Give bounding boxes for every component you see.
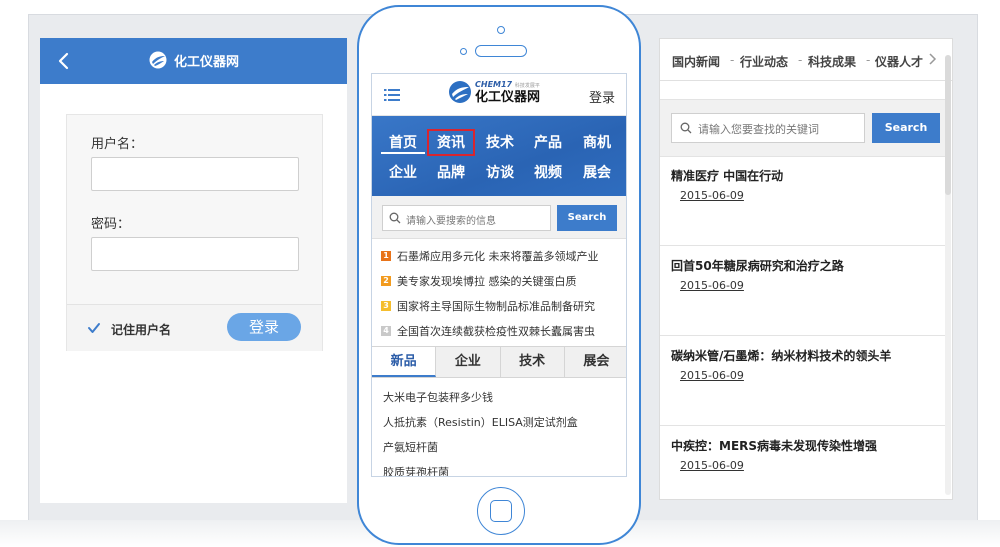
news-title: 中疾控：MERS病毒未发现传染性增强 [671,439,878,453]
password-label: 密码： [91,217,131,232]
header-brand: 化工仪器网 [40,50,347,70]
mobile-search-button[interactable]: Search [557,205,617,231]
list-item[interactable]: 4 全国首次连续截获检疫性双棘长蠹属害虫 [381,323,595,339]
header-brand-text: 化工仪器网 [173,54,239,70]
nav-item-exhibitions[interactable]: 展会 [575,162,619,182]
list-item[interactable]: 1 石墨烯应用多元化 未来将覆盖多领域产业 [381,248,599,264]
phone-home-button[interactable] [477,487,525,535]
tab-tech-results[interactable]: 科技成果 [808,53,856,70]
logo-tagline: 科技发展平 [514,82,540,89]
nav-item-tech[interactable]: 技术 [478,132,522,152]
login-header: 化工仪器网 [40,38,347,84]
news-item[interactable]: 中疾控：MERS病毒未发现传染性增强 2015-06-09 [660,426,945,499]
news-panel: 国内新闻 - 行业动态 - 科技成果 - 仪器人才 请输入您要查找的关键词 Se… [659,38,953,500]
mobile-login-link[interactable]: 登录 [589,87,615,106]
hot-news-text: 美专家发现埃博拉 感染的关键蛋白质 [397,275,577,288]
chem17-logo-icon [449,81,471,103]
news-date: 2015-06-09 [680,279,744,292]
username-field[interactable] [91,157,299,191]
news-search-bar: 请输入您要查找的关键词 Search [660,99,945,157]
nav-item-products[interactable]: 产品 [526,132,570,152]
list-item[interactable]: 大米电子包装秤多少钱 [383,389,493,405]
news-search-input[interactable]: 请输入您要查找的关键词 [671,113,865,143]
password-field[interactable] [91,237,299,271]
phone-sensor [460,48,467,55]
tab-new-products[interactable]: 新品 [372,347,437,377]
tab-instrument-talent[interactable]: 仪器人才 [875,53,923,70]
rank-badge: 3 [381,301,391,311]
tab-domestic-news[interactable]: 国内新闻 [672,53,720,70]
menu-icon[interactable] [384,88,400,102]
news-title: 回首50年糖尿病研究和治疗之路 [671,259,844,273]
list-item[interactable]: 胶质芽孢杆菌 [383,464,449,476]
logo-cn-text: 化工仪器网 [475,89,541,105]
news-item[interactable]: 精准医疗 中国在行动 2015-06-09 [660,156,945,246]
nav-item-brands[interactable]: 品牌 [429,162,473,182]
rank-badge: 4 [381,326,391,336]
scrollbar-thumb[interactable] [945,55,951,195]
list-item[interactable]: 人抵抗素（Resistin）ELISA测定试剂盒 [383,414,578,430]
tab-exhibitions[interactable]: 展会 [565,347,626,377]
tab-separator: - [798,53,803,67]
rank-badge: 1 [381,251,391,261]
news-item[interactable]: 碳纳米管/石墨烯：纳米材料技术的领头羊 2015-06-09 [660,336,945,426]
phone-camera [497,26,505,34]
news-date: 2015-06-09 [680,369,744,382]
tab-separator: - [730,53,735,67]
mobile-tabs: 新品 企业 技术 展会 [372,346,626,378]
username-label: 用户名： [91,137,144,152]
home-square-icon [490,500,512,522]
remember-label: 记住用户名 [111,323,172,337]
logo-en-text: CHEM17 [475,79,513,89]
login-form: 用户名： 密码： 记住用户名 登录 [66,114,323,351]
news-title: 精准医疗 中国在行动 [671,169,784,183]
mobile-screen: CHEM17 科技发展平 化工仪器网 登录 首页 资讯 技术 产品 商机 企业 … [371,73,627,477]
nav-item-interviews[interactable]: 访谈 [478,162,522,182]
search-icon [680,122,692,134]
mobile-header: CHEM17 科技发展平 化工仪器网 登录 [372,74,626,116]
brand-logo-icon [149,51,167,69]
news-title: 碳纳米管/石墨烯：纳米材料技术的领头羊 [671,349,892,363]
nav-item-home[interactable]: 首页 [381,132,425,154]
mobile-nav: 首页 资讯 技术 产品 商机 企业 品牌 访谈 视频 展会 [372,116,626,196]
list-item[interactable]: 2 美专家发现埃博拉 感染的关键蛋白质 [381,273,577,289]
nav-item-videos[interactable]: 视频 [526,162,570,182]
news-search-button[interactable]: Search [872,113,940,143]
search-icon [389,212,401,224]
tab-separator: - [866,53,871,67]
mobile-search-placeholder: 请输入要搜索的信息 [406,216,496,227]
list-item[interactable]: 产氨短杆菌 [383,439,438,455]
tab-tech[interactable]: 技术 [501,347,565,377]
nav-item-companies[interactable]: 企业 [381,162,425,182]
list-item[interactable]: 3 国家将主导国际生物制品标准品制备研究 [381,298,595,314]
mobile-logo[interactable]: CHEM17 科技发展平 化工仪器网 [448,80,540,104]
tab-industry-news[interactable]: 行业动态 [740,53,788,70]
phone-speaker [475,45,527,57]
login-panel: 化工仪器网 用户名： 密码： 记住用户名 登录 [40,38,347,503]
login-footer: 记住用户名 登录 [67,304,322,351]
mobile-search-input[interactable]: 请输入要搜索的信息 [382,205,551,231]
news-date: 2015-06-09 [680,459,744,472]
hot-news-text: 全国首次连续截获检疫性双棘长蠹属害虫 [397,325,595,338]
mobile-search-bar: 请输入要搜索的信息 Search [372,196,626,239]
hot-news-list: 1 石墨烯应用多元化 未来将覆盖多领域产业 2 美专家发现埃博拉 感染的关键蛋白… [372,239,626,347]
login-button[interactable]: 登录 [227,313,301,341]
tab-companies[interactable]: 企业 [436,347,501,377]
news-search-placeholder: 请输入您要查找的关键词 [698,123,819,136]
rank-badge: 2 [381,276,391,286]
news-item[interactable]: 回首50年糖尿病研究和治疗之路 2015-06-09 [660,246,945,336]
hot-news-text: 国家将主导国际生物制品标准品制备研究 [397,300,595,313]
remember-checkbox[interactable] [87,321,101,335]
news-date: 2015-06-09 [680,189,744,202]
nav-highlight-box [427,129,475,156]
news-category-tabs: 国内新闻 - 行业动态 - 科技成果 - 仪器人才 [660,39,952,81]
nav-item-business[interactable]: 商机 [575,132,619,152]
hot-news-text: 石墨烯应用多元化 未来将覆盖多领域产业 [397,250,599,263]
chevron-right-icon[interactable] [928,53,938,65]
